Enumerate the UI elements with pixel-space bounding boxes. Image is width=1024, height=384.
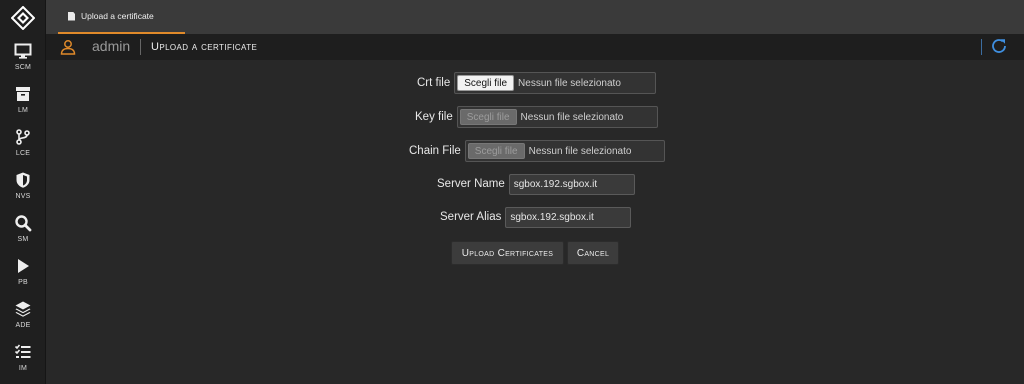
sidebar: SCM LM LCE NVS SM PB ADE IM (0, 0, 46, 384)
header-divider (140, 39, 141, 55)
cancel-button[interactable]: Cancel (567, 241, 619, 265)
sidebar-item-lce[interactable]: LCE (0, 128, 46, 168)
sidebar-item-lm[interactable]: LM (0, 85, 46, 125)
sidebar-item-label: NVS (15, 193, 31, 200)
chain-choose-file-button[interactable]: Scegli file (467, 143, 525, 159)
tab-bar: Upload a certificate (46, 0, 1024, 34)
key-choose-file-button[interactable]: Scegli file (459, 109, 517, 125)
layers-icon (15, 301, 31, 317)
crt-file-input[interactable]: Scegli file Nessun file selezionato (454, 72, 657, 94)
search-icon (15, 215, 32, 232)
branch-icon (16, 129, 30, 145)
shield-icon (16, 172, 30, 188)
sidebar-item-label: IM (18, 365, 28, 372)
chain-file-input[interactable]: Scegli file Nessun file selezionato (464, 140, 665, 162)
checklist-icon (14, 344, 31, 358)
server-name-label: Server Name (437, 178, 505, 190)
refresh-icon[interactable] (990, 37, 1008, 55)
server-name-input[interactable] (508, 173, 635, 195)
sidebar-item-pb[interactable]: PB (0, 257, 46, 297)
key-file-label: Key file (415, 111, 453, 123)
chain-file-status: Nessun file selezionato (528, 145, 632, 157)
chain-file-row: Chain File Scegli file Nessun file selez… (409, 140, 665, 162)
tab-label: Upload a certificate (81, 11, 154, 21)
archive-icon (16, 87, 30, 101)
sidebar-item-label: LM (17, 107, 29, 114)
sidebar-item-label: LCE (15, 150, 31, 157)
sidebar-item-ade[interactable]: ADE (0, 300, 46, 340)
chain-file-label: Chain File (409, 145, 461, 157)
server-alias-row: Server Alias (440, 206, 632, 228)
user-icon[interactable] (60, 39, 76, 55)
play-icon (18, 259, 29, 273)
header-divider (981, 39, 982, 55)
page-title: Upload a certificate (151, 41, 258, 53)
key-file-row: Key file Scegli file Nessun file selezio… (415, 106, 658, 128)
sidebar-item-label: SM (17, 236, 29, 243)
app-logo-icon[interactable] (11, 6, 35, 30)
sidebar-item-sm[interactable]: SM (0, 214, 46, 254)
sidebar-item-label: ADE (15, 322, 31, 329)
crt-file-row: Crt file Scegli file Nessun file selezio… (417, 72, 657, 94)
tab-upload-certificate[interactable]: Upload a certificate (58, 0, 185, 34)
sidebar-item-label: PB (18, 279, 28, 286)
server-alias-input[interactable] (505, 206, 632, 228)
page-header: admin Upload a certificate (46, 34, 1024, 60)
sidebar-item-nvs[interactable]: NVS (0, 171, 46, 211)
monitor-icon (14, 43, 32, 59)
sidebar-item-im[interactable]: IM (0, 343, 46, 383)
sidebar-item-scm[interactable]: SCM (0, 42, 46, 82)
user-name[interactable]: admin (92, 38, 130, 54)
document-icon (68, 11, 75, 21)
upload-certificates-button[interactable]: Upload Certificates (451, 241, 564, 265)
crt-file-status: Nessun file selezionato (518, 77, 621, 89)
key-file-input[interactable]: Scegli file Nessun file selezionato (456, 106, 658, 128)
key-file-status: Nessun file selezionato (520, 111, 624, 123)
sidebar-item-label: SCM (14, 64, 32, 71)
server-alias-label: Server Alias (440, 211, 502, 223)
crt-file-label: Crt file (417, 77, 451, 89)
crt-choose-file-button[interactable]: Scegli file (457, 75, 515, 91)
server-name-row: Server Name (437, 173, 635, 195)
